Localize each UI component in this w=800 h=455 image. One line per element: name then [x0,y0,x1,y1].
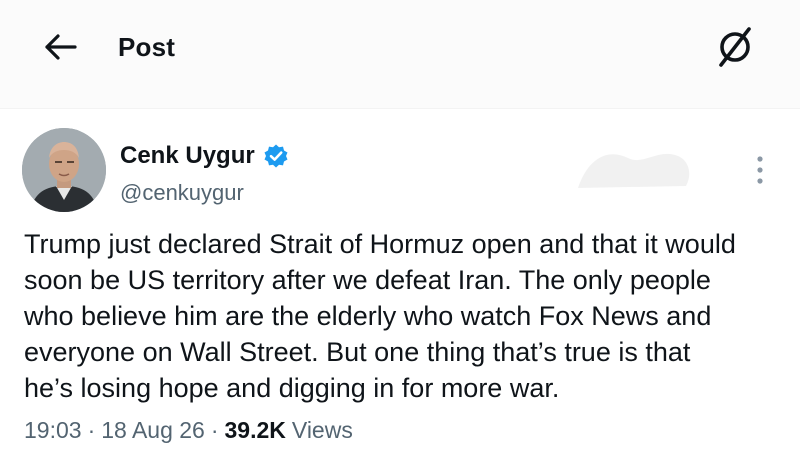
views-label[interactable]: Views [292,414,353,446]
meta-separator: · [210,417,219,443]
author-name-row: Cenk Uygur [120,140,289,172]
avatar-photo [22,128,106,212]
tweet-date[interactable]: 18 Aug 26 [101,414,205,446]
author-handle[interactable]: @cenkuygur [120,178,244,208]
back-button[interactable] [38,30,82,64]
verified-badge-icon [263,143,289,169]
tweet-time[interactable]: 19:03 [24,414,82,446]
top-bar: Post [0,0,800,108]
grok-slash-circle-icon [719,27,751,67]
tweet-text: Trump just declared Strait of Hormuz ope… [24,229,736,403]
post-page: Post Cenk Uygur @cenkuygur Trump just de… [0,0,800,455]
more-options-button[interactable] [748,150,772,190]
views-count[interactable]: 39.2K [225,414,286,446]
watermark-graphic [578,153,690,188]
meta-separator: · [87,417,96,443]
header-divider [0,108,800,109]
author-name[interactable]: Cenk Uygur [120,140,255,172]
page-title: Post [118,32,176,62]
tweet-meta: 19:03 · 18 Aug 26 · 39.2K Views [24,414,353,446]
avatar[interactable] [22,128,106,212]
more-vertical-icon [757,156,763,184]
grok-button[interactable] [712,24,758,70]
arrow-left-icon [45,34,77,60]
